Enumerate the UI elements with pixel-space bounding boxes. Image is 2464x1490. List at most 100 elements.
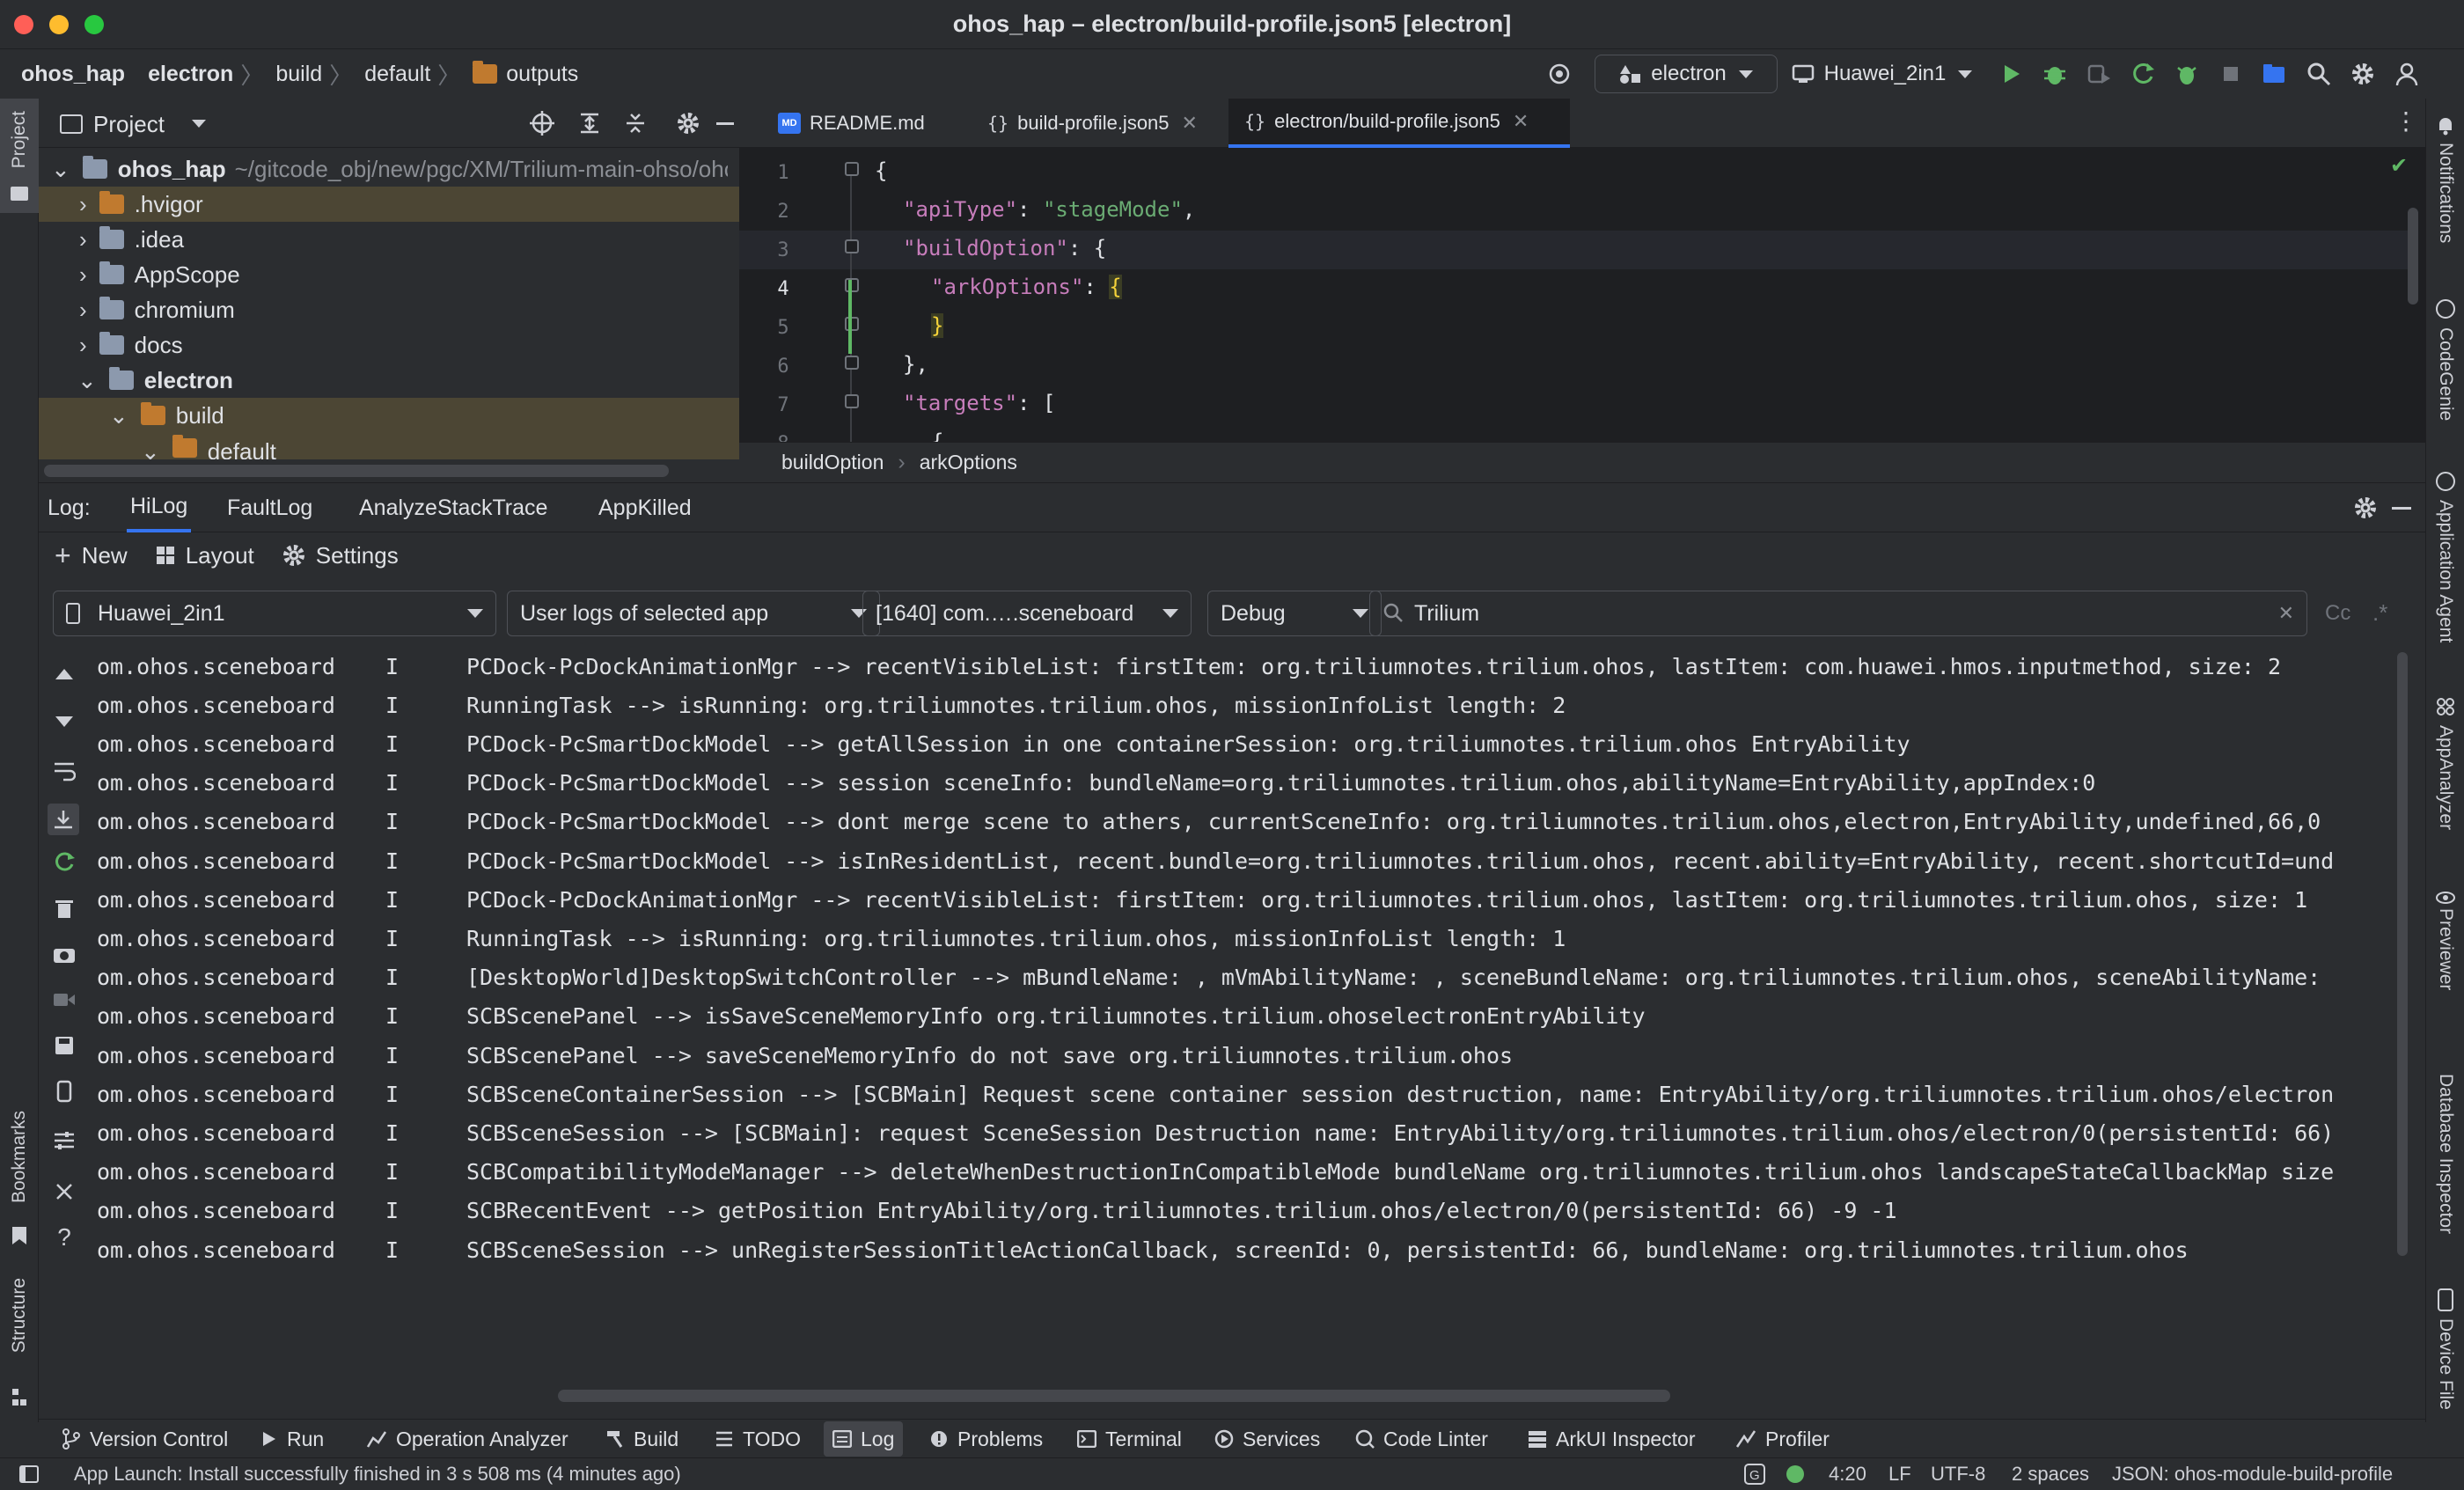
codegenie-tool-button[interactable]: CodeGenie	[2426, 299, 2464, 475]
attach-debugger-icon[interactable]	[2086, 61, 2112, 87]
restart-icon[interactable]	[51, 849, 77, 876]
panel-toggle-icon[interactable]	[19, 1458, 39, 1490]
file-encoding[interactable]: UTF-8	[1931, 1458, 1985, 1490]
breadcrumb-build-option[interactable]: buildOption	[781, 451, 884, 474]
breadcrumb-root[interactable]: ohos_hap	[21, 62, 125, 87]
close-icon[interactable]: ✕	[1182, 112, 1198, 135]
status-message[interactable]: App Launch: Install successfully finishe…	[74, 1458, 681, 1490]
tab-hilog[interactable]: HiLog	[127, 483, 192, 532]
toolwin-run[interactable]: Run	[262, 1420, 324, 1458]
clear-icon[interactable]: ✕	[2278, 602, 2294, 625]
apply-code-changes-icon[interactable]	[2174, 61, 2200, 87]
gear-icon[interactable]	[2353, 495, 2378, 520]
tab-appkilled[interactable]: AppKilled	[598, 483, 692, 532]
gear-icon[interactable]	[676, 111, 700, 136]
tab-readme[interactable]: MD README.md	[778, 99, 925, 148]
gear-icon[interactable]	[2350, 61, 2376, 87]
tab-faultlog[interactable]: FaultLog	[227, 483, 312, 532]
tree-item-default[interactable]: ⌄ default	[39, 433, 739, 459]
breadcrumb-ark-options[interactable]: arkOptions	[920, 451, 1017, 474]
scroll-up-icon[interactable]	[51, 661, 77, 687]
toolwin-log[interactable]: Log	[824, 1421, 904, 1457]
toolwin-problems[interactable]: Problems	[929, 1420, 1043, 1458]
toolwin-code-linter[interactable]: Code Linter	[1355, 1420, 1488, 1458]
debug-icon[interactable]	[2042, 61, 2068, 87]
camera-icon[interactable]	[51, 941, 77, 967]
project-panel-title[interactable]: Project	[93, 111, 165, 138]
tab-build-profile[interactable]: {} build-profile.json5 ✕	[987, 99, 1198, 148]
scroll-to-end-icon[interactable]	[48, 804, 79, 835]
structure-tool-button[interactable]: Structure	[0, 1278, 39, 1410]
soft-wrap-icon[interactable]	[51, 758, 77, 784]
toolwin-profiler[interactable]: Profiler	[1735, 1420, 1830, 1458]
json-schema[interactable]: JSON: ohos-module-build-profile	[2112, 1458, 2393, 1490]
account-icon[interactable]	[2394, 61, 2420, 87]
tree-item-build[interactable]: ⌄ build	[39, 398, 739, 433]
project-tool-button[interactable]: Project	[0, 99, 39, 213]
video-icon[interactable]	[51, 987, 77, 1013]
code-area[interactable]: 1 2 3 4 5 6 7 8 { "apiType": "stageMode"…	[739, 148, 2425, 442]
horizontal-scrollbar[interactable]	[44, 465, 669, 477]
toolwin-terminal[interactable]: Terminal	[1077, 1420, 1182, 1458]
run-configuration-dropdown[interactable]: electron	[1595, 55, 1778, 93]
cursor-position[interactable]: 4:20	[1829, 1458, 1866, 1490]
tree-item-hvigor[interactable]: › .hvigor	[39, 187, 739, 222]
log-settings-button[interactable]: Settings	[282, 542, 399, 569]
filter-settings-icon[interactable]	[51, 1127, 77, 1154]
target-icon[interactable]	[1545, 60, 1573, 88]
apply-changes-icon[interactable]	[2130, 61, 2156, 87]
device-filter-dropdown[interactable]: Huawei_2in1	[53, 591, 496, 636]
help-icon[interactable]: ?	[51, 1223, 77, 1251]
device-dropdown[interactable]: Huawei_2in1	[1776, 55, 1987, 93]
close-icon[interactable]: ✕	[1513, 110, 1529, 133]
tree-item-docs[interactable]: › docs	[39, 327, 739, 363]
tab-analyzestacktrace[interactable]: AnalyzeStackTrace	[359, 483, 547, 532]
regex-icon[interactable]: .*	[2372, 599, 2387, 627]
breadcrumb-module[interactable]: electron	[148, 62, 233, 87]
search-icon[interactable]	[2306, 61, 2332, 87]
breadcrumb-default[interactable]: default	[364, 62, 430, 87]
trash-icon[interactable]	[51, 895, 77, 921]
minimize-icon[interactable]	[2392, 507, 2411, 510]
fold-icon[interactable]	[845, 317, 859, 331]
toolwin-todo[interactable]: TODO	[715, 1420, 801, 1458]
save-icon[interactable]	[51, 1032, 77, 1059]
minimize-icon[interactable]	[716, 122, 734, 125]
toolwin-version-control[interactable]: Version Control	[62, 1420, 228, 1458]
indent-setting[interactable]: 2 spaces	[2012, 1458, 2089, 1490]
fold-icon[interactable]	[845, 356, 859, 370]
close-icon[interactable]	[51, 1178, 77, 1205]
fold-icon[interactable]	[845, 239, 859, 253]
tab-electron-build-profile-active[interactable]: {} electron/build-profile.json5 ✕	[1228, 99, 1570, 148]
more-tabs-icon[interactable]: ⋮	[2394, 109, 2418, 134]
editor-scrollbar[interactable]	[2408, 208, 2418, 305]
fold-icon[interactable]	[845, 394, 859, 408]
tree-item-appscope[interactable]: › AppScope	[39, 257, 739, 292]
tree-item-electron[interactable]: ⌄ electron	[39, 363, 739, 398]
bookmarks-tool-button[interactable]: Bookmarks	[0, 1111, 39, 1251]
toolwin-services[interactable]: Services	[1214, 1420, 1320, 1458]
scroll-down-icon[interactable]	[51, 708, 77, 735]
stop-icon[interactable]	[2218, 61, 2244, 87]
new-log-button[interactable]: + New	[55, 539, 128, 572]
match-case-toggle[interactable]: Cc	[2325, 601, 2350, 626]
scope-filter-dropdown[interactable]: User logs of selected app	[507, 591, 880, 636]
process-filter-dropdown[interactable]: [1640] com.….sceneboard	[862, 591, 1192, 636]
tree-item-chromium[interactable]: › chromium	[39, 292, 739, 327]
toolwin-operation-analyzer[interactable]: Operation Analyzer	[366, 1420, 568, 1458]
device-file-tool-button[interactable]: Device File	[2426, 1288, 2464, 1420]
g-icon[interactable]: G	[1744, 1458, 1765, 1490]
fold-icon[interactable]	[845, 162, 859, 176]
breadcrumb-build[interactable]: build	[275, 62, 322, 87]
fold-icon[interactable]	[845, 278, 859, 292]
level-filter-dropdown[interactable]: Debug	[1207, 591, 1382, 636]
line-separator[interactable]: LF	[1888, 1458, 1911, 1490]
breadcrumb-outputs[interactable]: outputs	[506, 62, 578, 87]
phone-icon[interactable]	[51, 1078, 77, 1105]
tree-item-root[interactable]: ⌄ ohos_hap ~/gitcode_obj/new/pgc/XM/Tril…	[39, 151, 739, 187]
toolwin-arkui-inspector[interactable]: ArkUI Inspector	[1528, 1420, 1696, 1458]
log-output[interactable]: om.ohos.sceneboard I PCDock-PcDockAnimatio…	[97, 647, 2436, 1263]
run-icon[interactable]	[1998, 61, 2024, 87]
log-search-input[interactable]: Trilium ✕	[1369, 591, 2307, 636]
collapse-all-icon[interactable]	[623, 111, 648, 136]
